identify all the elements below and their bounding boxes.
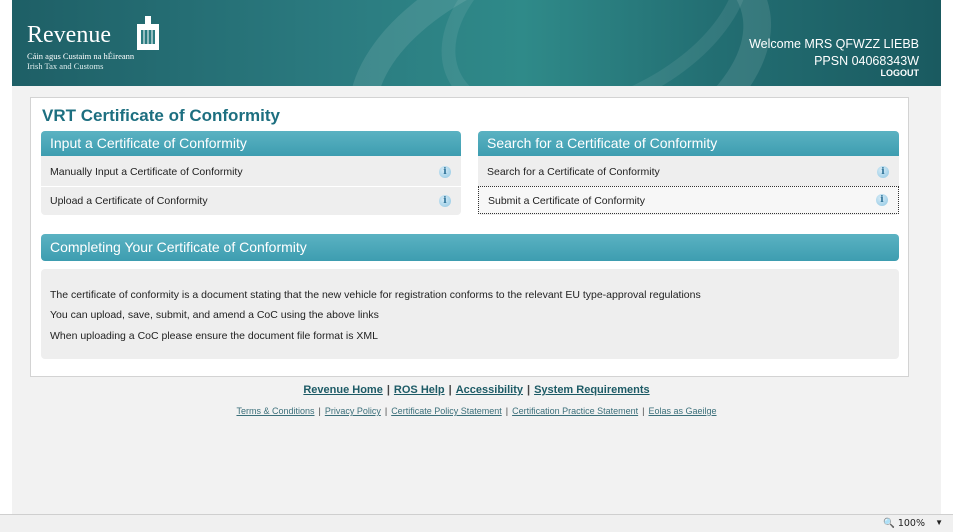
manual-input-link[interactable]: Manually Input a Certificate of Conformi…	[41, 158, 461, 186]
system-requirements-link[interactable]: System Requirements	[534, 384, 650, 396]
logo-subtitle-english: Irish Tax and Customs	[27, 61, 104, 71]
ppsn-text: PPSN 04068343W	[814, 54, 919, 68]
certification-practice-link[interactable]: Certification Practice Statement	[512, 406, 638, 416]
harp-logo-icon	[137, 16, 159, 50]
welcome-user-text: Welcome MRS QFWZZ LIEBB	[749, 37, 919, 51]
privacy-policy-link[interactable]: Privacy Policy	[325, 406, 381, 416]
info-line-3: When uploading a CoC please ensure the d…	[50, 330, 379, 342]
search-coc-panel: Search for a Certificate of Conformity S…	[478, 131, 899, 215]
completing-body: The certificate of conformity is a docum…	[41, 269, 899, 359]
zoom-icon: 🔍	[882, 518, 895, 529]
info-icon[interactable]: i	[877, 166, 889, 178]
footer-sub-links: Terms & Conditions | Privacy Policy | Certif…	[236, 406, 717, 416]
accessibility-link[interactable]: Accessibility	[456, 384, 523, 396]
footer-main-links: Revenue Home | ROS Help | Accessibility | Syst…	[303, 384, 650, 396]
chevron-down-icon[interactable]: ▼	[935, 518, 943, 527]
zoom-value: 100%	[897, 518, 925, 529]
revenue-logo-text[interactable]: Revenue	[27, 22, 111, 49]
info-icon[interactable]: i	[439, 195, 451, 207]
ros-help-link[interactable]: ROS Help	[394, 384, 445, 396]
upload-coc-label: Upload a Certificate of Conformity	[50, 195, 208, 207]
info-line-2: You can upload, save, submit, and amend …	[50, 309, 379, 321]
terms-link[interactable]: Terms & Conditions	[236, 406, 314, 416]
submit-coc-link[interactable]: Submit a Certificate of Conformity i	[478, 186, 899, 214]
info-icon[interactable]: i	[439, 166, 451, 178]
manual-input-label: Manually Input a Certificate of Conformi…	[50, 166, 243, 178]
info-icon[interactable]: i	[876, 194, 888, 206]
search-coc-label: Search for a Certificate of Conformity	[487, 166, 660, 178]
input-coc-panel: Input a Certificate of Conformity Manual…	[41, 131, 461, 215]
search-panel-heading: Search for a Certificate of Conformity	[478, 131, 899, 156]
main-content: VRT Certificate of Conformity Input a Ce…	[30, 97, 909, 377]
site-header: Revenue Cáin agus Custaim na hÉireann Ir…	[12, 0, 941, 86]
input-panel-heading: Input a Certificate of Conformity	[41, 131, 461, 156]
zoom-level[interactable]: 🔍 100%	[883, 518, 925, 529]
upload-coc-link[interactable]: Upload a Certificate of Conformity i	[41, 186, 461, 214]
revenue-home-link[interactable]: Revenue Home	[303, 384, 382, 396]
browser-status-bar: 🔍 100% ▼	[0, 514, 953, 532]
logout-link[interactable]: LOGOUT	[881, 68, 920, 78]
eolas-as-gaeilge-link[interactable]: Eolas as Gaeilge	[648, 406, 716, 416]
page-title: VRT Certificate of Conformity	[42, 106, 281, 125]
info-line-1: The certificate of conformity is a docum…	[50, 289, 701, 301]
certificate-policy-link[interactable]: Certificate Policy Statement	[391, 406, 502, 416]
search-coc-link[interactable]: Search for a Certificate of Conformity i	[478, 158, 899, 186]
completing-heading: Completing Your Certificate of Conformit…	[41, 234, 899, 261]
logo-subtitle-irish: Cáin agus Custaim na hÉireann	[27, 51, 135, 61]
submit-coc-label: Submit a Certificate of Conformity	[488, 195, 645, 207]
